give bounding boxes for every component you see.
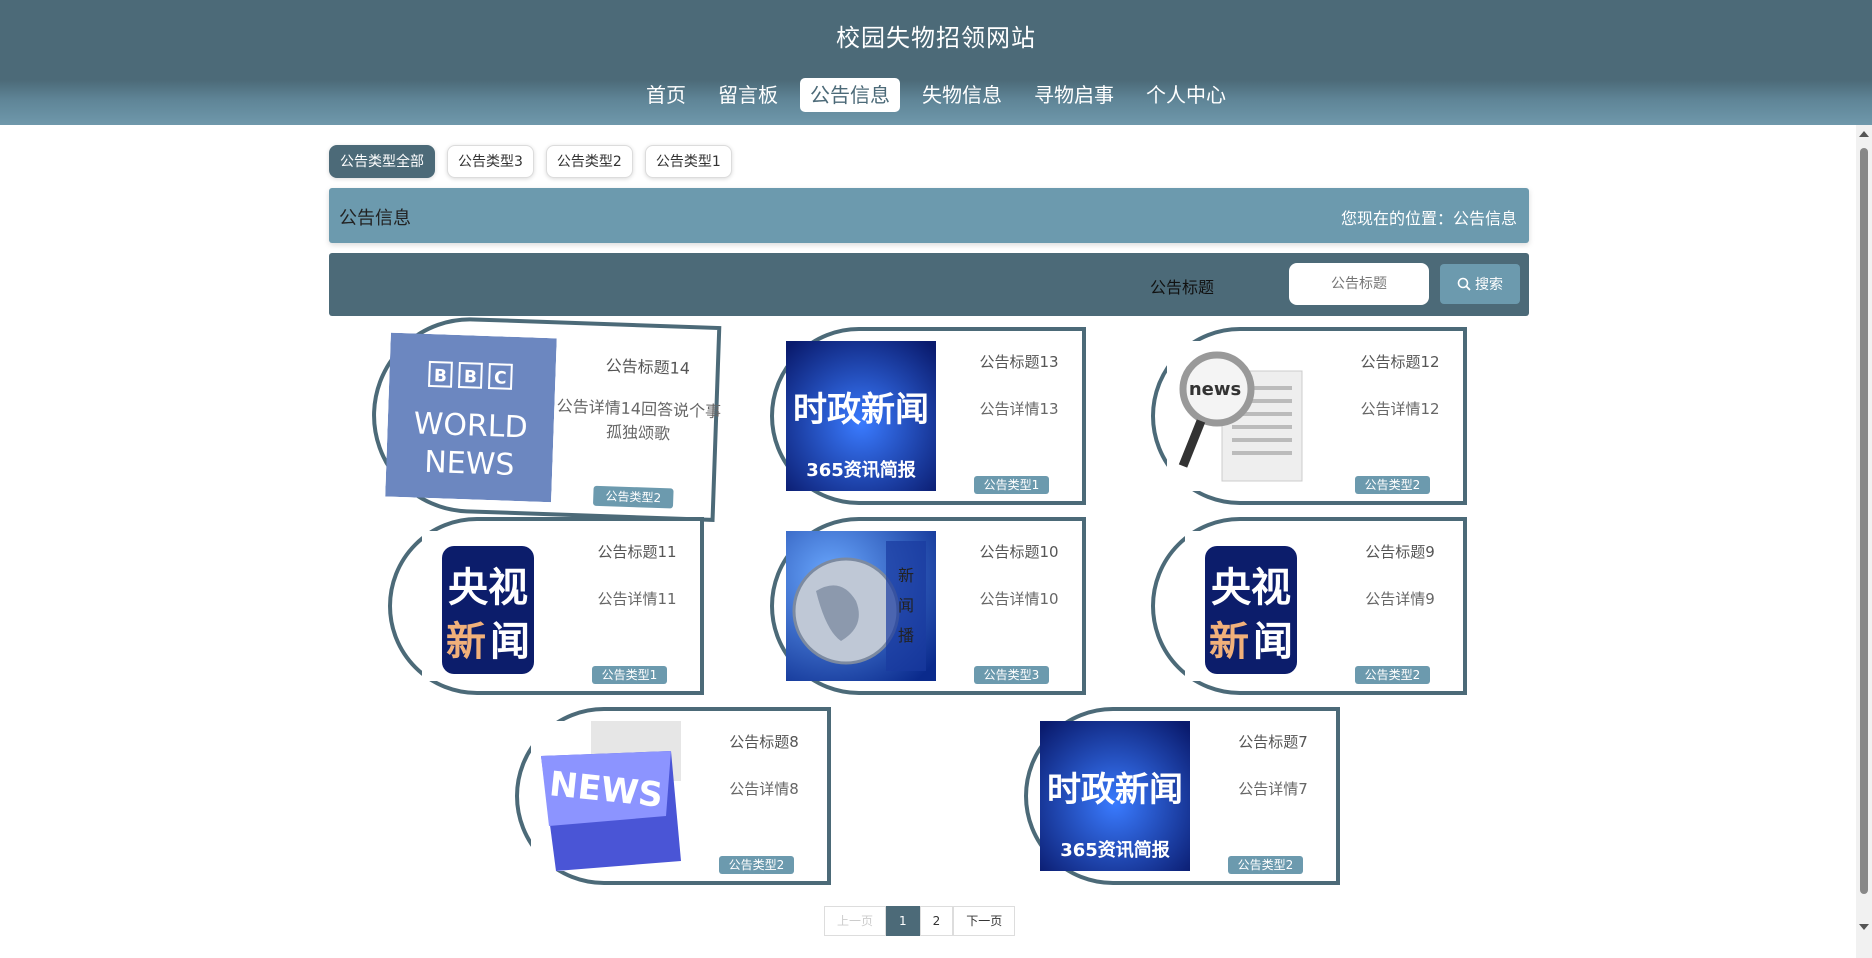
announcement-card[interactable]: B B C WORLD NEWS 公告标题14 公告详情14回答说个事孤独颂歌 … (368, 314, 722, 522)
announcement-card[interactable]: 时政新闻 365资讯简报 公告标题7 公告详情7 公告类型2 (1024, 707, 1340, 885)
card-image-cctv-news: 央视 新 闻 (1185, 531, 1335, 681)
announcement-card[interactable]: NEWS 公告标题8 公告详情8 公告类型2 (515, 707, 831, 885)
card-title: 公告标题11 (597, 543, 677, 561)
svg-text:新: 新 (898, 566, 914, 585)
search-button-label: 搜索 (1475, 277, 1503, 293)
card-image-cctv-news: 央视 新 闻 (422, 531, 572, 681)
card-desc: 公告详情7 (1238, 780, 1308, 798)
svg-text:闻: 闻 (898, 596, 914, 615)
scroll-up-arrow-icon[interactable] (1859, 131, 1869, 137)
svg-text:B: B (434, 366, 448, 386)
page-title: 公告信息 (339, 208, 411, 229)
scroll-down-arrow-icon[interactable] (1859, 924, 1869, 930)
card-image-politics-news: 时政新闻 365资讯简报 (786, 341, 936, 491)
main-content: 公告类型全部 公告类型3 公告类型2 公告类型1 公告信息 您现在的位置：公告信… (329, 145, 1529, 316)
tab-type-all[interactable]: 公告类型全部 (329, 145, 435, 178)
card-desc: 公告详情13 (979, 400, 1059, 418)
card-type-badge: 公告类型2 (1355, 476, 1430, 494)
svg-text:365资讯简报: 365资讯简报 (1060, 839, 1170, 861)
card-desc: 公告详情11 (597, 590, 677, 608)
search-button[interactable]: 搜索 (1440, 264, 1520, 304)
search-input[interactable] (1289, 263, 1429, 305)
svg-text:NEWS: NEWS (424, 445, 515, 483)
card-type-badge: 公告类型3 (974, 666, 1049, 684)
card-type-badge: 公告类型2 (719, 856, 794, 874)
card-type-badge: 公告类型2 (592, 485, 674, 509)
card-desc: 公告详情8 (729, 780, 799, 798)
page-2-button[interactable]: 2 (919, 906, 954, 936)
nav-announcements[interactable]: 公告信息 (800, 78, 900, 112)
card-type-badge: 公告类型1 (592, 666, 667, 684)
card-desc: 公告详情9 (1365, 590, 1435, 608)
svg-text:news: news (1189, 379, 1241, 400)
tab-type-3[interactable]: 公告类型3 (447, 145, 534, 178)
card-desc: 公告详情14回答说个事孤独颂歌 (556, 396, 722, 444)
search-icon (1457, 277, 1471, 291)
card-type-badge: 公告类型2 (1228, 856, 1303, 874)
card-image-newspaper-magnifier: news (1167, 341, 1317, 491)
tab-type-2[interactable]: 公告类型2 (545, 145, 633, 178)
card-image-bbc: B B C WORLD NEWS (385, 332, 557, 503)
card-title: 公告标题14 (605, 356, 691, 379)
card-desc: 公告详情10 (979, 590, 1059, 608)
svg-text:新: 新 (446, 619, 486, 665)
search-label: 公告标题 (1149, 278, 1214, 297)
card-image-globe: 新 闻 播 (786, 531, 936, 681)
svg-text:时政新闻: 时政新闻 (793, 390, 929, 430)
card-image-news-key: NEWS (531, 721, 681, 871)
nav-search-notices[interactable]: 寻物启事 (1024, 78, 1124, 112)
card-title: 公告标题12 (1360, 353, 1440, 371)
card-desc: 公告详情12 (1360, 400, 1440, 418)
card-type-badge: 公告类型1 (974, 476, 1049, 494)
svg-text:时政新闻: 时政新闻 (1047, 770, 1183, 810)
search-bar: 公告标题 搜索 (329, 253, 1529, 316)
svg-text:C: C (494, 368, 507, 388)
page-1-button[interactable]: 1 (886, 906, 920, 936)
announcement-card[interactable]: 央视 新 闻 公告标题11 公告详情11 公告类型1 (388, 517, 704, 695)
site-header: 校园失物招领网站 首页 留言板 公告信息 失物信息 寻物启事 个人中心 (0, 0, 1872, 125)
announcement-card[interactable]: news 公告标题12 公告详情12 公告类型2 (1151, 327, 1467, 505)
announcement-card[interactable]: 时政新闻 365资讯简报 公告标题13 公告详情13 公告类型1 (770, 327, 1086, 505)
site-title: 校园失物招领网站 (836, 24, 1036, 52)
svg-text:WORLD: WORLD (413, 406, 528, 445)
svg-text:365资讯简报: 365资讯简报 (806, 459, 916, 481)
scrollbar-thumb[interactable] (1860, 148, 1868, 894)
svg-text:闻: 闻 (1253, 619, 1293, 665)
nav-lost-items[interactable]: 失物信息 (912, 78, 1012, 112)
location-text: 您现在的位置：公告信息 (1340, 209, 1517, 228)
card-title: 公告标题8 (729, 733, 799, 751)
card-title: 公告标题10 (979, 543, 1059, 561)
card-image-politics-news: 时政新闻 365资讯简报 (1040, 721, 1190, 871)
pagination: 上一页 1 2 下一页 (824, 906, 1016, 936)
tab-type-1[interactable]: 公告类型1 (644, 145, 732, 178)
next-page-button[interactable]: 下一页 (953, 906, 1016, 936)
nav-personal-center[interactable]: 个人中心 (1136, 78, 1236, 112)
announcement-card[interactable]: 央视 新 闻 公告标题9 公告详情9 公告类型2 (1151, 517, 1467, 695)
main-nav: 首页 留言板 公告信息 失物信息 寻物启事 个人中心 (0, 78, 1872, 112)
breadcrumb: 公告信息 您现在的位置：公告信息 (329, 188, 1529, 243)
card-type-badge: 公告类型2 (1355, 666, 1430, 684)
nav-message-board[interactable]: 留言板 (708, 78, 788, 112)
svg-text:播: 播 (898, 626, 914, 645)
prev-page-button[interactable]: 上一页 (824, 906, 887, 936)
svg-text:B: B (464, 367, 478, 387)
svg-text:央视: 央视 (448, 565, 528, 611)
announcement-card[interactable]: 新 闻 播 公告标题10 公告详情10 公告类型3 (770, 517, 1086, 695)
type-filter-tabs: 公告类型全部 公告类型3 公告类型2 公告类型1 (329, 145, 1529, 179)
svg-text:闻: 闻 (490, 619, 530, 665)
svg-text:央视: 央视 (1211, 565, 1291, 611)
card-title: 公告标题9 (1365, 543, 1435, 561)
svg-text:新: 新 (1209, 619, 1249, 665)
nav-home[interactable]: 首页 (636, 78, 696, 112)
card-title: 公告标题7 (1238, 733, 1308, 751)
card-title: 公告标题13 (979, 353, 1059, 371)
